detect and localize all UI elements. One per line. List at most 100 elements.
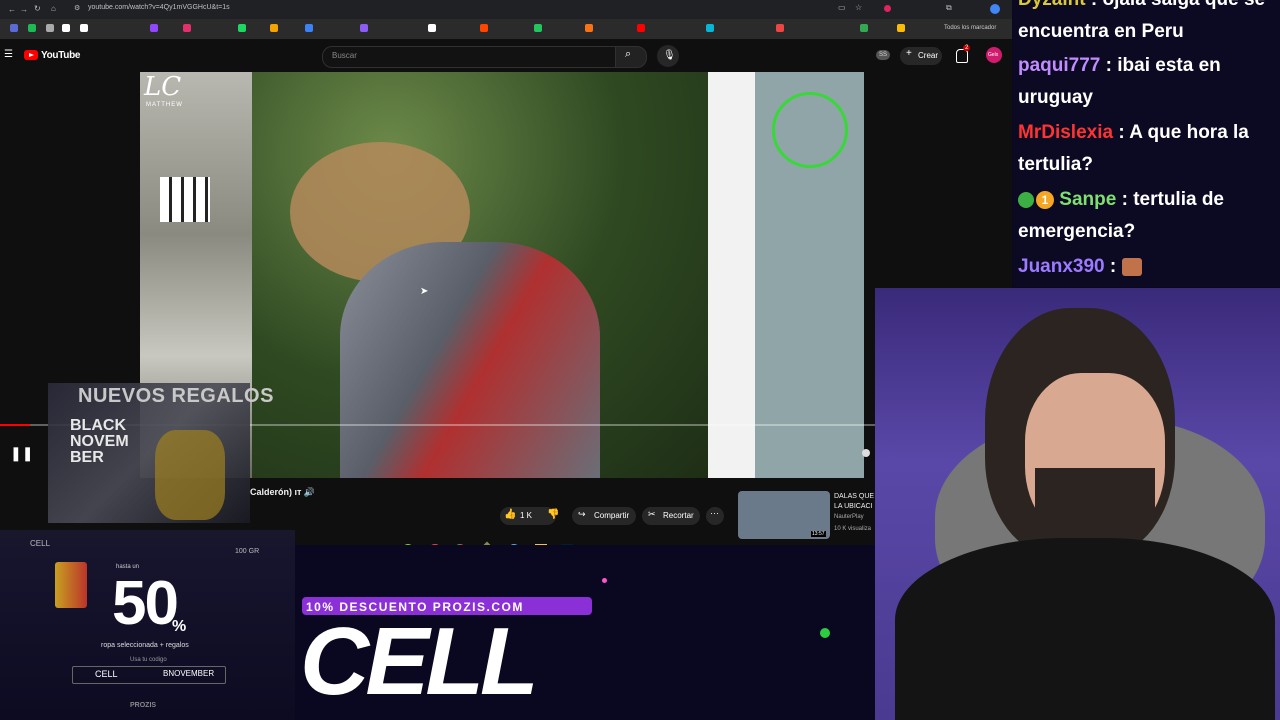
youtube-logo-icon[interactable] xyxy=(24,50,38,60)
search-icon: ⌕ xyxy=(625,48,632,60)
extension-icon[interactable] xyxy=(884,5,891,12)
app-icon[interactable] xyxy=(508,544,520,545)
search-input[interactable] xyxy=(322,46,616,68)
chat-text: : xyxy=(1109,256,1117,277)
bookmark-icon[interactable] xyxy=(80,24,88,32)
reload-icon[interactable]: ↻ xyxy=(34,4,41,13)
chat-message: paqui777 : ibai esta en uruguay xyxy=(1018,50,1276,114)
all-bookmarks[interactable]: Todos los marcador xyxy=(944,25,996,31)
profile-icon[interactable] xyxy=(990,4,1000,14)
reco-duration: 13:57 xyxy=(811,531,826,537)
menu-icon[interactable]: ☰ xyxy=(4,49,13,60)
promo-code: CELL xyxy=(300,608,539,715)
webcam-feed xyxy=(875,288,1280,720)
badge-icon xyxy=(1018,191,1034,208)
video-scene-piano xyxy=(160,177,210,222)
bookmark-icon[interactable] xyxy=(534,24,542,32)
bookmark-icon[interactable] xyxy=(10,24,18,32)
ad-chip: 100 GR xyxy=(235,548,260,555)
sparkle-icon xyxy=(820,628,830,638)
fullscreen-icon[interactable] xyxy=(862,449,870,457)
bookmark-icon[interactable] xyxy=(238,24,246,32)
chat-username: MrDislexia xyxy=(1018,122,1114,143)
x-icon[interactable] xyxy=(62,24,70,32)
chrome-icon[interactable] xyxy=(454,544,466,545)
ad-brand: PROZIS xyxy=(130,702,157,709)
channel-watermark: LC xyxy=(144,72,182,102)
ss-badge[interactable]: SS xyxy=(876,50,890,60)
bookmark-icon[interactable] xyxy=(46,24,54,32)
mic-icon: 🎙 xyxy=(663,50,676,61)
chat-message: 1 Sanpe : tertulia de emergencia? xyxy=(1018,184,1276,248)
taskbar: Ps xyxy=(395,541,580,545)
back-icon[interactable]: ← xyxy=(8,5,16,14)
chat-message: Dyzaint : ojala salga que se encuentra e… xyxy=(1018,0,1276,48)
forward-icon[interactable]: → xyxy=(20,5,28,14)
address-bar[interactable]: youtube.com/watch?v=4Qy1mVGGHcU&t=1s xyxy=(88,4,230,11)
chat-username: Dyzaint xyxy=(1018,0,1086,10)
like-icon[interactable]: 👍 xyxy=(504,509,516,520)
create-label: Crear xyxy=(918,51,939,60)
ad-code-cell: CELL xyxy=(95,669,118,679)
webcam-beard xyxy=(1035,468,1155,548)
app-icon[interactable] xyxy=(428,544,442,545)
ad-percent: 50 xyxy=(112,569,179,638)
bookmark-icon[interactable] xyxy=(28,24,36,32)
bookmark-icon[interactable] xyxy=(585,24,593,32)
channel-watermark-sub: MATTHEW xyxy=(146,102,183,108)
more-icon: ··· xyxy=(710,508,719,518)
app-icon[interactable] xyxy=(402,544,414,545)
bookmark-icon[interactable] xyxy=(776,24,784,32)
plus-icon: + xyxy=(906,48,912,59)
home-icon[interactable]: ⌂ xyxy=(51,4,56,13)
bookmark-icon[interactable] xyxy=(270,24,278,32)
folder-icon[interactable] xyxy=(535,544,547,545)
bookmark-icon[interactable] xyxy=(897,24,905,32)
bookmark-icon[interactable] xyxy=(360,24,368,32)
bookmark-icon[interactable] xyxy=(305,24,313,32)
chat-username: Sanpe xyxy=(1059,189,1117,210)
webcam-hoodie xyxy=(895,538,1275,720)
ad-code-bnovember: BNOVEMBER xyxy=(163,669,215,678)
like-count[interactable]: 1 K xyxy=(520,511,532,520)
ad-percent-sign: % xyxy=(172,618,187,635)
search-placeholder: Buscar xyxy=(332,51,357,60)
recommended-views: 10 K visualiza xyxy=(834,526,872,532)
ad-athlete-image xyxy=(155,430,225,520)
chat-username: paqui777 xyxy=(1018,55,1101,76)
ad-sub2: Usa tu codigo xyxy=(130,657,167,663)
bookmark-icon[interactable] xyxy=(480,24,488,32)
video-scene-body xyxy=(340,242,600,478)
bookmark-icon[interactable] xyxy=(637,24,645,32)
app-icon[interactable] xyxy=(478,541,496,545)
avatar-text: Gelx xyxy=(988,52,999,58)
extensions-icon[interactable]: ⧉ xyxy=(946,3,952,13)
photoshop-icon[interactable]: Ps xyxy=(561,544,573,545)
site-info-icon[interactable]: ⚙ xyxy=(74,4,80,12)
scissors-icon: ✂ xyxy=(648,509,656,519)
neon-sign-icon xyxy=(772,92,848,168)
cast-icon[interactable]: ▭ xyxy=(838,3,846,12)
share-icon: ↪ xyxy=(578,509,586,519)
badge-count: 1 xyxy=(1036,190,1054,209)
notifications-icon[interactable] xyxy=(956,49,968,63)
bookmark-icon[interactable] xyxy=(860,24,868,32)
ad-black-november: BLACK NOVEM BER xyxy=(70,418,129,466)
sparkle-icon xyxy=(602,578,607,583)
clip-label: Recortar xyxy=(663,511,694,520)
twitch-icon[interactable] xyxy=(150,24,158,32)
ad-novem: NOVEM xyxy=(70,433,129,450)
ad-black: BLACK xyxy=(70,417,126,434)
ad-sub: ropa seleccionada + regalos xyxy=(101,642,189,649)
ad-ber: BER xyxy=(70,449,104,466)
recommended-channel[interactable]: NauterPlay xyxy=(834,514,864,520)
bookmark-icon[interactable] xyxy=(428,24,436,32)
bookmark-icon[interactable] xyxy=(706,24,714,32)
star-icon[interactable]: ☆ xyxy=(855,3,862,12)
mouse-cursor-icon: ➤ xyxy=(420,286,429,297)
dislike-icon[interactable]: 👎 xyxy=(547,509,559,520)
youtube-logo-text[interactable]: YouTube xyxy=(41,50,81,61)
ad-chip: CELL xyxy=(30,539,51,548)
recommended-title[interactable]: DALAS QUE LA UBICACI xyxy=(834,492,879,512)
instagram-icon[interactable] xyxy=(183,24,191,32)
